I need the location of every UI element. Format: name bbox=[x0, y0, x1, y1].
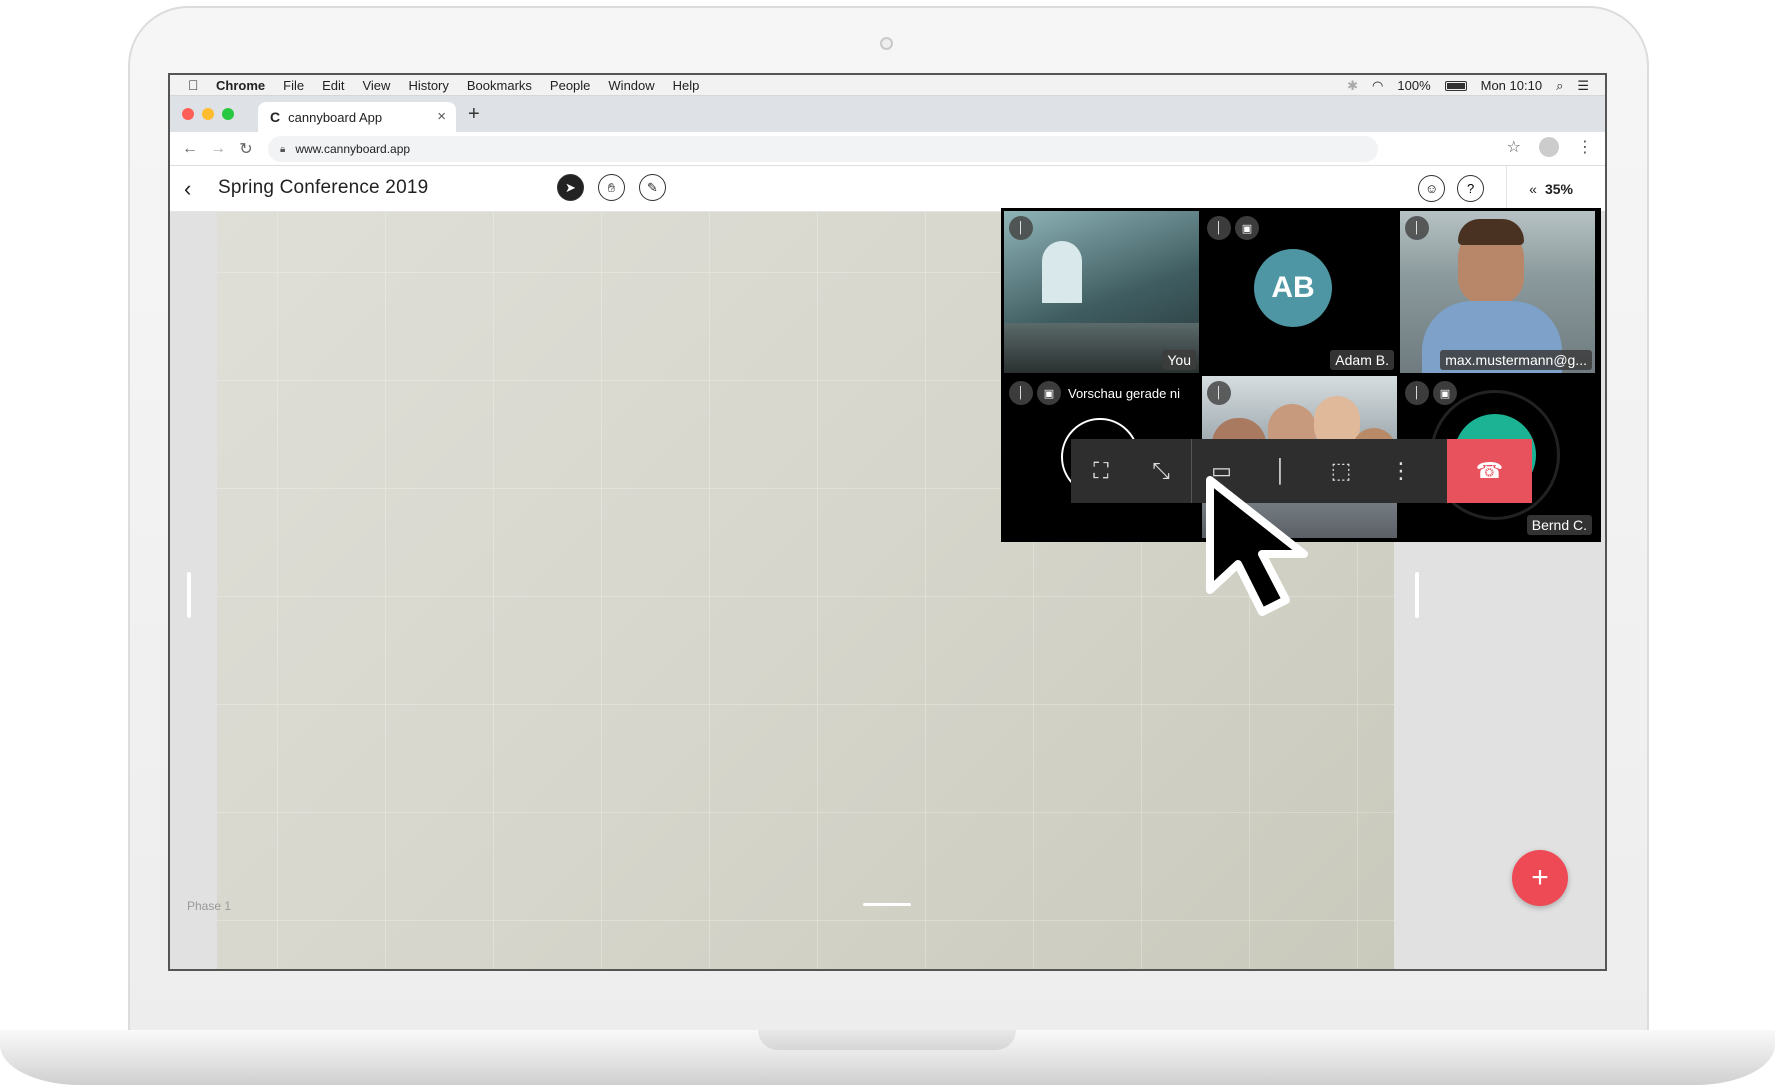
address-bar[interactable]: 🔒︎ www.cannyboard.app bbox=[268, 136, 1378, 162]
microphone-icon: │ bbox=[1405, 381, 1429, 405]
kebab-menu-icon[interactable]: ⋮ bbox=[1577, 137, 1593, 157]
more-icon[interactable]: ⋮ bbox=[1371, 439, 1431, 503]
back-arrow-icon[interactable]: ← bbox=[176, 140, 204, 158]
mouse-cursor-icon bbox=[1206, 476, 1308, 616]
tile-status-icons: │ ▣ bbox=[1405, 381, 1457, 405]
camera-off-icon: ▣ bbox=[1235, 216, 1259, 240]
microphone-icon: │ bbox=[1207, 381, 1231, 405]
camera-off-icon: ▣ bbox=[1037, 381, 1061, 405]
participant-name: Adam B. bbox=[1330, 350, 1394, 370]
close-tab-icon[interactable]: × bbox=[437, 108, 446, 125]
tool-selector: ➤ ✋︎ ✎ bbox=[557, 174, 666, 201]
video-tile-you[interactable]: │ You bbox=[1004, 211, 1199, 373]
cannyboard-favicon-icon: C bbox=[270, 109, 281, 125]
menu-file[interactable]: File bbox=[283, 78, 304, 93]
window-image bbox=[1042, 241, 1082, 303]
tile-status-icons: │ bbox=[1009, 216, 1033, 240]
battery-percent: 100% bbox=[1397, 78, 1431, 93]
help-icon[interactable]: ? bbox=[1457, 175, 1485, 202]
zoom-control[interactable]: « 35% bbox=[1506, 166, 1605, 211]
chevron-left-icon[interactable]: ‹ bbox=[184, 176, 191, 202]
minimize-icon[interactable]: ⤡ bbox=[1131, 439, 1191, 503]
participants-icon[interactable]: ☺ bbox=[1418, 175, 1446, 202]
menu-help[interactable]: Help bbox=[673, 78, 700, 93]
phase-label: Phase 1 bbox=[187, 899, 232, 913]
video-tile-adam[interactable]: │ ▣ AB Adam B. bbox=[1202, 211, 1397, 373]
menu-edit[interactable]: Edit bbox=[322, 78, 344, 93]
tile-status-icons: │ bbox=[1405, 216, 1429, 240]
reload-icon[interactable]: ↻ bbox=[232, 139, 260, 159]
minimize-window-button[interactable] bbox=[202, 108, 214, 120]
spotlight-icon[interactable]: ⌕ bbox=[1556, 78, 1563, 94]
camera-off-icon: ▣ bbox=[1433, 381, 1457, 405]
microphone-icon: │ bbox=[1009, 216, 1033, 240]
battery-icon[interactable] bbox=[1444, 80, 1467, 91]
menu-bookmarks[interactable]: Bookmarks bbox=[467, 78, 532, 93]
tile-status-icons: │ ▣ bbox=[1009, 381, 1061, 405]
microphone-icon: │ bbox=[1405, 216, 1429, 240]
tile-status-icons: │ bbox=[1207, 381, 1231, 405]
collapse-icon: « bbox=[1529, 180, 1537, 197]
menu-people[interactable]: People bbox=[550, 78, 590, 93]
menu-app[interactable]: Chrome bbox=[216, 78, 265, 93]
video-tile-max[interactable]: │ max.mustermann@g... bbox=[1400, 211, 1595, 373]
clock[interactable]: Mon 10:10 bbox=[1481, 78, 1542, 93]
window-controls bbox=[182, 108, 234, 120]
toolbar-actions: ☆ ⋮ bbox=[1507, 137, 1593, 157]
pen-tool-icon[interactable]: ✎ bbox=[639, 174, 666, 201]
laptop-notch bbox=[758, 1030, 1016, 1050]
bookmark-star-icon[interactable]: ☆ bbox=[1507, 137, 1521, 157]
wifi-icon[interactable]: ◠ bbox=[1372, 78, 1383, 94]
forward-arrow-icon[interactable]: → bbox=[204, 140, 232, 158]
hand-tool-icon[interactable]: ✋︎ bbox=[598, 174, 625, 201]
profile-avatar-icon[interactable] bbox=[1539, 137, 1559, 157]
tab-title: cannyboard App bbox=[288, 109, 383, 125]
apple-icon[interactable]:  bbox=[188, 77, 204, 93]
pointer-tool-icon[interactable]: ➤ bbox=[557, 174, 584, 201]
hangup-icon[interactable]: ☎︎ bbox=[1447, 439, 1532, 503]
hair-image bbox=[1458, 219, 1524, 245]
close-window-button[interactable] bbox=[182, 108, 194, 120]
avatar: AB bbox=[1254, 249, 1332, 327]
participant-name: max.mustermann@g... bbox=[1440, 350, 1592, 370]
mac-menubar:  Chrome File Edit View History Bookmark… bbox=[170, 75, 1605, 96]
header-actions: ☺ ? « 35% bbox=[1418, 166, 1605, 211]
menu-view[interactable]: View bbox=[362, 78, 390, 93]
menu-window[interactable]: Window bbox=[608, 78, 654, 93]
webcam bbox=[880, 37, 893, 50]
new-tab-button[interactable]: + bbox=[468, 103, 480, 126]
right-resize-handle[interactable] bbox=[1415, 572, 1419, 618]
participant-name: Bernd C. bbox=[1526, 515, 1592, 535]
notification-center-icon[interactable]: ☰ bbox=[1577, 78, 1589, 94]
add-button[interactable]: + bbox=[1512, 850, 1568, 906]
preview-status-text: Vorschau gerade ni bbox=[1068, 386, 1181, 401]
menu-history[interactable]: History bbox=[408, 78, 448, 93]
zoom-level: 35% bbox=[1544, 180, 1573, 197]
bluetooth-icon[interactable]: ✱ bbox=[1347, 78, 1358, 94]
maximize-window-button[interactable] bbox=[222, 108, 234, 120]
board-title: Spring Conference 2019 bbox=[218, 177, 429, 198]
left-resize-handle[interactable] bbox=[187, 572, 191, 618]
tab-strip: C cannyboard App × + bbox=[170, 96, 1605, 132]
microphone-icon: │ bbox=[1207, 216, 1231, 240]
browser-toolbar: ← → ↻ 🔒︎ www.cannyboard.app ☆ ⋮ bbox=[170, 132, 1605, 166]
screen:  Chrome File Edit View History Bookmark… bbox=[168, 73, 1607, 971]
menubar-status: ✱ ◠ 100% Mon 10:10 ⌕ ☰ bbox=[1347, 75, 1589, 96]
bottom-handle[interactable] bbox=[863, 903, 911, 906]
microphone-icon: │ bbox=[1009, 381, 1033, 405]
browser-tab[interactable]: C cannyboard App × bbox=[258, 102, 456, 132]
participant-name: You bbox=[1162, 350, 1196, 370]
tile-status-icons: │ ▣ bbox=[1207, 216, 1259, 240]
lock-icon[interactable]: 🔒︎ bbox=[280, 144, 285, 155]
fullscreen-icon[interactable]: ⛶ bbox=[1071, 439, 1131, 503]
url-text: www.cannyboard.app bbox=[295, 142, 411, 156]
app-header: ‹ Spring Conference 2019 ➤ ✋︎ ✎ ☺ ? « 35… bbox=[170, 166, 1605, 212]
